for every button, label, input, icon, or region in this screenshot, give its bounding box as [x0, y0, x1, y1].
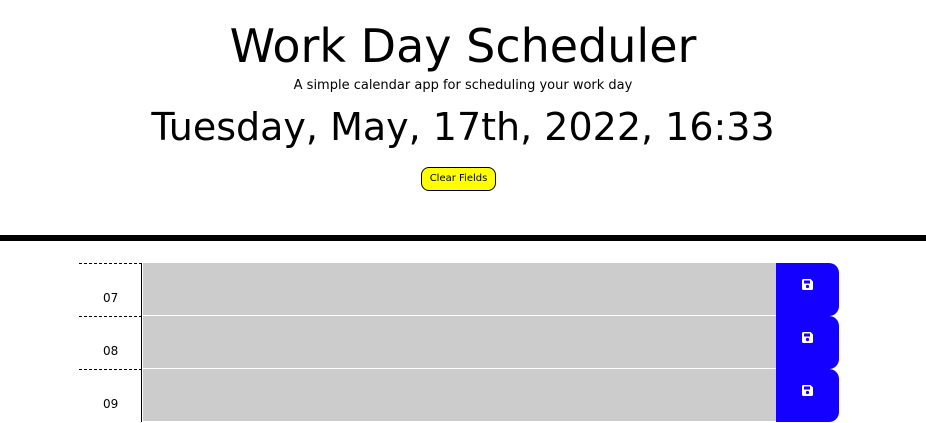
- event-description-input[interactable]: [143, 316, 776, 369]
- clear-fields-button[interactable]: Clear Fields: [421, 167, 496, 191]
- hour-text: 09: [103, 397, 119, 411]
- hour-label: 09: [79, 369, 142, 422]
- current-date: Tuesday, May, 17th, 2022, 16:33: [151, 105, 775, 149]
- event-description-input[interactable]: [143, 263, 776, 316]
- hour-label: 07: [79, 263, 142, 316]
- header-divider: [0, 235, 926, 241]
- schedule-container: 07 08 09: [79, 263, 839, 422]
- save-icon: [802, 332, 813, 343]
- time-block: 09: [79, 369, 839, 422]
- hour-label: 08: [79, 316, 142, 369]
- page-title: Work Day Scheduler: [229, 19, 697, 73]
- hour-text: 08: [103, 344, 119, 358]
- time-block: 08: [79, 316, 839, 369]
- page-subtitle: A simple calendar app for scheduling you…: [293, 78, 633, 93]
- hour-text: 07: [103, 291, 119, 305]
- page-header: Work Day Scheduler A simple calendar app…: [0, 0, 926, 235]
- save-icon: [802, 279, 813, 290]
- save-button[interactable]: [776, 316, 839, 369]
- event-description-input[interactable]: [143, 369, 776, 422]
- save-button[interactable]: [776, 263, 839, 316]
- time-block: 07: [79, 263, 839, 316]
- save-button[interactable]: [776, 369, 839, 422]
- save-icon: [802, 385, 813, 396]
